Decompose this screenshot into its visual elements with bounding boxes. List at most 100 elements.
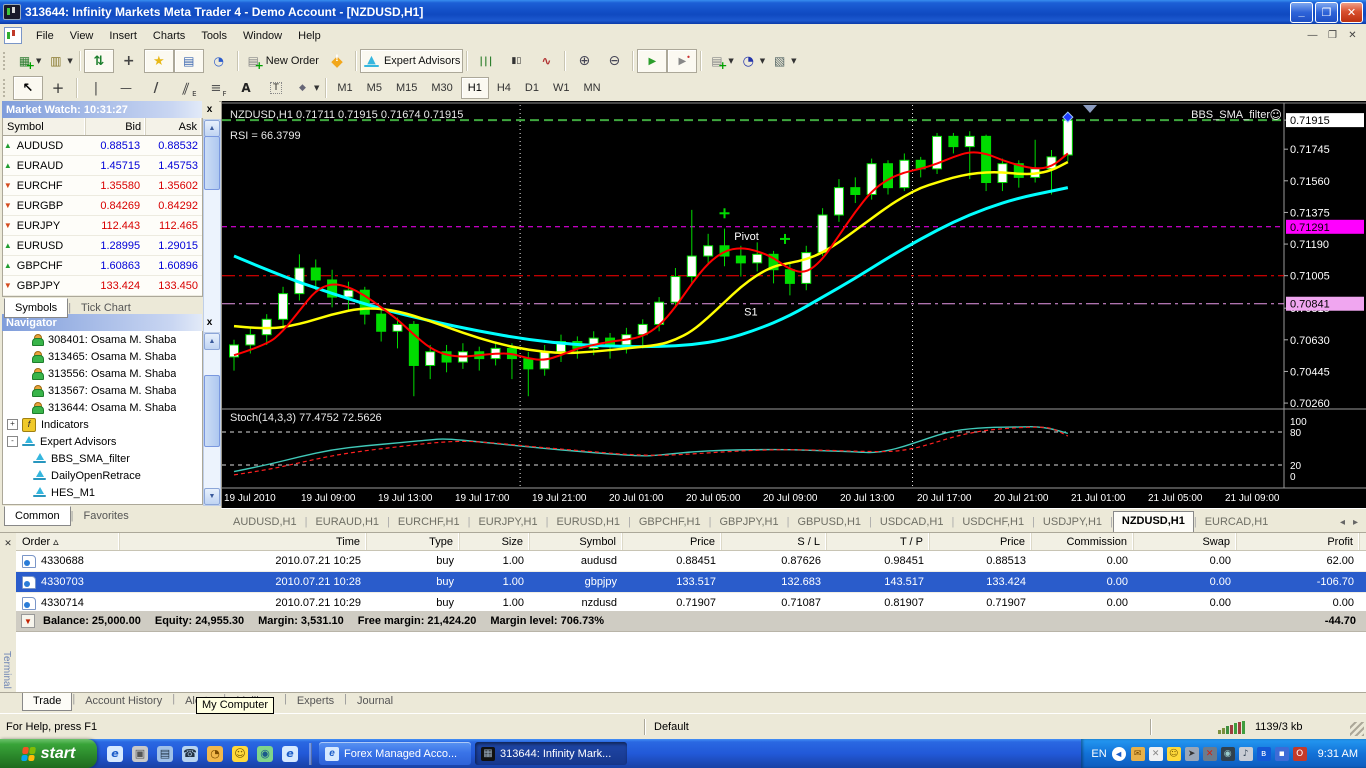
market-watch-row[interactable]: ▲ EURAUD 1.45715 1.45753 bbox=[3, 156, 202, 176]
navigator-item-308401-osama-m-shaba[interactable]: 308401: Osama M. Shaba bbox=[3, 331, 202, 348]
navigator-item-313644-osama-m-shaba[interactable]: 313644: Osama M. Shaba bbox=[3, 399, 202, 416]
launcher-icon[interactable]: ➤ bbox=[1184, 746, 1199, 761]
new-order-button[interactable]: New Order bbox=[242, 49, 322, 73]
market-watch-title[interactable]: Market Watch: 10:31:27 bbox=[2, 101, 202, 118]
security-icon[interactable]: O bbox=[1292, 746, 1307, 761]
text-button[interactable] bbox=[231, 76, 261, 100]
title-bar[interactable]: 313644: Infinity Markets Meta Trader 4 -… bbox=[0, 0, 1366, 24]
timeframe-m5[interactable]: M5 bbox=[361, 78, 388, 98]
menu-charts[interactable]: Charts bbox=[145, 27, 193, 45]
navigator-item-indicators[interactable]: + f Indicators bbox=[3, 416, 202, 433]
chart-tab-eurjpy-h1[interactable]: EURJPY,H1 bbox=[470, 513, 545, 532]
menu-insert[interactable]: Insert bbox=[101, 27, 145, 45]
chart-tab-usdchf-h1[interactable]: USDCHF,H1 bbox=[954, 513, 1032, 532]
navigator-button[interactable] bbox=[143, 49, 174, 73]
restore-button[interactable]: ❐ bbox=[1315, 1, 1338, 23]
internet-explorer-icon[interactable]: e bbox=[107, 745, 123, 762]
smiley-icon[interactable]: ☺ bbox=[1166, 746, 1181, 761]
documents-icon[interactable]: ▤ bbox=[157, 745, 173, 762]
terminal-close-icon[interactable]: ✕ bbox=[2, 537, 14, 549]
chart-shift-button[interactable] bbox=[667, 49, 698, 73]
market-watch-row[interactable]: ▼ EURCHF 1.35580 1.35602 bbox=[3, 176, 202, 196]
chart-tab-euraud-h1[interactable]: EURAUD,H1 bbox=[307, 513, 387, 532]
toolbar-grip[interactable] bbox=[3, 52, 10, 70]
data-window-button[interactable] bbox=[114, 49, 144, 73]
expert-advisors-button[interactable]: Expert Advisors bbox=[359, 49, 464, 73]
mail-icon[interactable]: ✉ bbox=[1130, 746, 1145, 761]
chart-menu-icon[interactable] bbox=[4, 27, 22, 44]
order-row[interactable]: 4330703 2010.07.21 10:28 buy 1.00 gbpjpy 133.… bbox=[16, 572, 1366, 593]
crosshair-button[interactable] bbox=[43, 76, 73, 100]
order-row[interactable]: 4330688 2010.07.21 10:25 buy 1.00 audusd 0.88… bbox=[16, 551, 1366, 572]
navigator-item-313465-osama-m-shaba[interactable]: 313465: Osama M. Shaba bbox=[3, 348, 202, 365]
trendline-button[interactable] bbox=[141, 76, 171, 100]
task-browser[interactable]: e Forex Managed Acco... bbox=[319, 742, 471, 765]
scroll-up-icon[interactable]: ▲ bbox=[204, 333, 220, 350]
expand-icon[interactable]: - bbox=[7, 436, 18, 447]
resize-grip[interactable] bbox=[1350, 722, 1364, 736]
bar-chart-button[interactable] bbox=[471, 49, 501, 73]
navigator-item-hes-m1[interactable]: HES_M1 bbox=[3, 484, 202, 501]
chart-window[interactable]: NZDUSD,H1 0.71711 0.71915 0.71674 0.7191… bbox=[221, 101, 1366, 508]
add-indicator-button[interactable]: ▼ bbox=[705, 49, 736, 73]
chart-tab-usdcad-h1[interactable]: USDCAD,H1 bbox=[872, 513, 952, 532]
chart-tab-eurusd-h1[interactable]: EURUSD,H1 bbox=[548, 513, 628, 532]
cursor-button[interactable] bbox=[13, 76, 43, 100]
menu-window[interactable]: Window bbox=[235, 27, 290, 45]
scroll-down-icon[interactable]: ▼ bbox=[204, 488, 220, 505]
app-icon[interactable]: ▪ bbox=[1274, 746, 1289, 761]
tab-common[interactable]: Common bbox=[4, 506, 71, 526]
chart-tab-usdjpy-h1[interactable]: USDJPY,H1 bbox=[1035, 513, 1110, 532]
text-label-button[interactable] bbox=[261, 76, 291, 100]
terminal-tab-experts[interactable]: Experts bbox=[287, 693, 344, 710]
task-metatrader[interactable]: ▦ 313644: Infinity Mark... bbox=[475, 742, 627, 765]
menu-file[interactable]: File bbox=[28, 27, 62, 45]
network-error-icon[interactable]: ✕ bbox=[1202, 746, 1217, 761]
terminal-tab-trade[interactable]: Trade bbox=[22, 693, 73, 711]
open-profiles-button[interactable]: ▼ bbox=[44, 49, 75, 73]
timeframe-m1[interactable]: M1 bbox=[331, 78, 358, 98]
navigator-item-dailyopenretrace[interactable]: DailyOpenRetrace bbox=[3, 467, 202, 484]
chart-tab-eurcad-h1[interactable]: EURCAD,H1 bbox=[1197, 513, 1277, 532]
navigator-item-313556-osama-m-shaba[interactable]: 313556: Osama M. Shaba bbox=[3, 365, 202, 382]
chart-tab-gbpchf-h1[interactable]: GBPCHF,H1 bbox=[631, 513, 709, 532]
menu-view[interactable]: View bbox=[62, 27, 102, 45]
auto-scroll-button[interactable] bbox=[637, 49, 668, 73]
metaeditor-button[interactable] bbox=[322, 49, 352, 73]
market-watch-row[interactable]: ▼ EURJPY 112.443 112.465 bbox=[3, 216, 202, 236]
timeframe-mn[interactable]: MN bbox=[577, 78, 606, 98]
navigator-item-expert-advisors[interactable]: - Expert Advisors bbox=[3, 433, 202, 450]
internet-explorer-2-icon[interactable]: e bbox=[282, 745, 298, 762]
language-indicator[interactable]: EN bbox=[1091, 748, 1106, 760]
strategy-tester-button[interactable] bbox=[204, 49, 234, 73]
chart-tab-eurchf-h1[interactable]: EURCHF,H1 bbox=[390, 513, 468, 532]
timeframe-m30[interactable]: M30 bbox=[425, 78, 458, 98]
timeframe-h1[interactable]: H1 bbox=[460, 77, 489, 99]
bluetooth-icon[interactable]: ʙ bbox=[1256, 746, 1271, 761]
timeframe-m15[interactable]: M15 bbox=[390, 78, 423, 98]
vertical-line-button[interactable] bbox=[81, 76, 111, 100]
toolbar-grip[interactable] bbox=[3, 79, 10, 97]
terminal-tab-account-history[interactable]: Account History bbox=[75, 693, 172, 710]
market-watch-row[interactable]: ▲ GBPCHF 1.60863 1.60896 bbox=[3, 256, 202, 276]
outlook-icon[interactable]: ◔ bbox=[207, 745, 223, 762]
templates-button[interactable]: ▼ bbox=[768, 49, 799, 73]
periods-button[interactable]: ▼ bbox=[737, 49, 768, 73]
volume-icon[interactable]: ♪ bbox=[1238, 746, 1253, 761]
chart-tab-gbpjpy-h1[interactable]: GBPJPY,H1 bbox=[711, 513, 786, 532]
navigator-item-bbs-sma-filter[interactable]: BBS_SMA_filter bbox=[3, 450, 202, 467]
equidistant-channel-button[interactable] bbox=[171, 76, 201, 100]
mdi-restore-button[interactable]: ❐ bbox=[1323, 27, 1342, 44]
market-watch-button[interactable] bbox=[83, 49, 114, 73]
arrows-button[interactable]: ▼ bbox=[291, 76, 322, 100]
chart-tab-nzdusd-h1[interactable]: NZDUSD,H1 bbox=[1112, 511, 1194, 532]
expand-icon[interactable]: + bbox=[7, 419, 18, 430]
globe-icon[interactable]: ◉ bbox=[257, 745, 273, 762]
orders-header[interactable]: Order ▵ Time Type Size Symbol Price S / LT / P… bbox=[16, 533, 1366, 551]
webcam-icon[interactable]: ◉ bbox=[1220, 746, 1235, 761]
timeframe-h4[interactable]: H4 bbox=[491, 78, 517, 98]
navigator-close-icon[interactable]: x bbox=[203, 316, 216, 329]
timeframe-d1[interactable]: D1 bbox=[519, 78, 545, 98]
mdi-close-button[interactable]: ✕ bbox=[1343, 27, 1362, 44]
menu-tools[interactable]: Tools bbox=[193, 27, 235, 45]
